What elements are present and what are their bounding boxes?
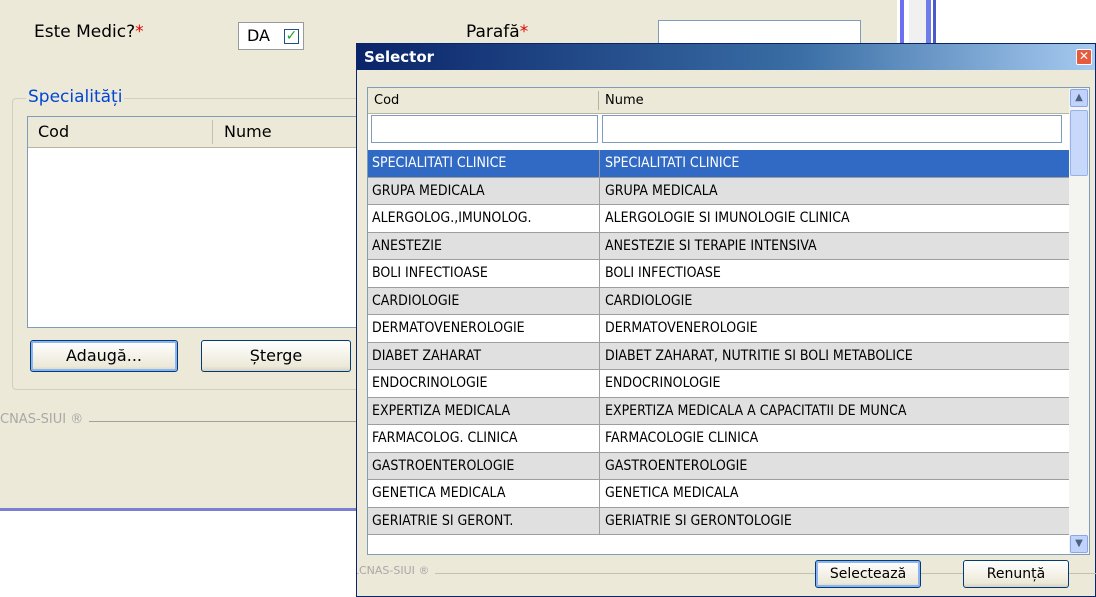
cell-divider [599, 260, 600, 287]
column-separator[interactable] [598, 91, 599, 110]
table-row[interactable]: EXPERTIZA MEDICALA EXPERTIZA MEDICALA A C… [368, 397, 1069, 425]
cell-divider [599, 507, 600, 534]
cell-cod: ALERGOLOG.,IMUNOLOG. [372, 210, 532, 226]
parafa-label: Parafă* [466, 22, 529, 42]
grid-col-nume[interactable]: Nume [605, 93, 644, 108]
cell-cod: GENETICA MEDICALA [372, 485, 506, 501]
footer-brand: CNAS-SIUI ® [0, 412, 90, 427]
add-button[interactable]: Adaugă... [30, 340, 178, 372]
cancel-button[interactable]: Renunță [963, 560, 1069, 588]
cell-nume: EXPERTIZA MEDICALA A CAPACITATII DE MUNC… [605, 402, 907, 419]
cell-nume: GASTROENTEROLOGIE [605, 457, 748, 474]
cell-divider [599, 370, 600, 397]
cell-divider [599, 425, 600, 452]
table-row[interactable]: SPECIALITATI CLINICE SPECIALITATI CLINICE [368, 150, 1069, 178]
cell-divider [599, 177, 600, 204]
cell-cod: BOLI INFECTIOASE [372, 265, 488, 281]
cell-divider [599, 397, 600, 424]
cell-nume: ALERGOLOGIE SI IMUNOLOGIE CLINICA [605, 210, 850, 226]
arrow-down-icon[interactable]: ▼ [1070, 535, 1088, 553]
vertical-scrollbar[interactable]: ▲ ▼ [1069, 88, 1089, 554]
cell-divider [599, 480, 600, 507]
grid-header: Cod Nume [368, 88, 1069, 114]
table-row[interactable]: GENETICA MEDICALA GENETICA MEDICALA [368, 480, 1069, 508]
cell-divider [599, 452, 600, 479]
cell-nume: ANESTEZIE SI TERAPIE INTENSIVA [605, 237, 817, 254]
da-value: DA [247, 26, 270, 45]
este-medic-label: Este Medic?* [34, 22, 144, 42]
cell-nume: FARMACOLOGIE CLINICA [605, 430, 759, 446]
cell-cod: DERMATOVENEROLOGIE [372, 320, 525, 336]
cell-cod: SPECIALITATI CLINICE [372, 155, 507, 171]
specialitati-list-header: Cod Nume [28, 117, 386, 148]
window-edge [900, 0, 904, 45]
selector-grid[interactable]: Cod Nume SPECIALITATI CLINICE SPECIALITAT… [367, 87, 1090, 555]
cell-divider [599, 342, 600, 369]
cell-cod: EXPERTIZA MEDICALA [372, 402, 511, 419]
dialog-title: Selector [364, 48, 435, 66]
cell-nume: DERMATOVENEROLOGIE [605, 320, 758, 336]
selector-dialog: Selector ✕ Cod Nume SPECIALITATI CLINICE… [356, 43, 1096, 597]
arrow-up-icon[interactable]: ▲ [1070, 89, 1088, 107]
grid-col-cod[interactable]: Cod [374, 93, 399, 108]
select-button[interactable]: Selectează [815, 560, 921, 588]
cell-divider [599, 205, 600, 232]
specialitati-legend: Specialități [26, 87, 125, 107]
table-row[interactable]: DIABET ZAHARAT DIABET ZAHARAT, NUTRITIE S… [368, 342, 1069, 370]
cell-divider [599, 150, 600, 177]
checkmark-icon[interactable]: ✓ [284, 29, 299, 44]
spec-col-cod[interactable]: Cod [38, 122, 69, 141]
cell-divider [599, 232, 600, 259]
cell-cod: GASTROENTEROLOGIE [372, 457, 515, 474]
spec-col-nume[interactable]: Nume [224, 122, 272, 141]
table-row[interactable]: GRUPA MEDICALA GRUPA MEDICALA [368, 177, 1069, 205]
cell-nume: DIABET ZAHARAT, NUTRITIE SI BOLI METABOL… [605, 347, 913, 364]
dialog-title-bar[interactable]: Selector ✕ [357, 44, 1095, 70]
cell-cod: ENDOCRINOLOGIE [372, 375, 488, 391]
grid-rows: SPECIALITATI CLINICE SPECIALITATI CLINICE… [368, 150, 1069, 535]
window-edge [933, 0, 936, 45]
dialog-footer-brand: CNAS-SIUI ® [359, 564, 436, 577]
delete-button[interactable]: Șterge [201, 340, 351, 372]
cell-cod: DIABET ZAHARAT [372, 347, 482, 364]
cell-nume: SPECIALITATI CLINICE [605, 155, 740, 171]
column-separator[interactable] [212, 120, 213, 144]
table-row[interactable]: DERMATOVENEROLOGIE DERMATOVENEROLOGIE [368, 315, 1069, 343]
cell-cod: GRUPA MEDICALA [372, 182, 485, 199]
cell-nume: GERIATRIE SI GERONTOLOGIE [605, 512, 792, 529]
cell-nume: CARDIOLOGIE [605, 292, 693, 309]
cell-cod: GERIATRIE SI GERONT. [372, 512, 514, 529]
filter-nume-input[interactable] [602, 115, 1062, 143]
cell-divider [599, 315, 600, 342]
cell-divider [599, 287, 600, 314]
table-row[interactable]: CARDIOLOGIE CARDIOLOGIE [368, 287, 1069, 315]
table-row[interactable]: ENDOCRINOLOGIE ENDOCRINOLOGIE [368, 370, 1069, 398]
specialitati-list[interactable]: Cod Nume [27, 116, 387, 328]
scrollbar-thumb[interactable] [1070, 110, 1088, 176]
table-row[interactable]: FARMACOLOG. CLINICA FARMACOLOGIE CLINICA [368, 425, 1069, 453]
filter-cod-input[interactable] [371, 115, 598, 143]
table-row[interactable]: GASTROENTEROLOGIE GASTROENTEROLOGIE [368, 452, 1069, 480]
table-row[interactable]: ANESTEZIE ANESTEZIE SI TERAPIE INTENSIVA [368, 232, 1069, 260]
table-row[interactable]: ALERGOLOG.,IMUNOLOG. ALERGOLOGIE SI IMUNO… [368, 205, 1069, 233]
close-icon[interactable]: ✕ [1076, 49, 1092, 65]
table-row[interactable]: GERIATRIE SI GERONT. GERIATRIE SI GERONTO… [368, 507, 1069, 535]
window-edge [909, 0, 931, 45]
cell-nume: GENETICA MEDICALA [605, 485, 739, 501]
cell-cod: FARMACOLOG. CLINICA [372, 430, 518, 446]
table-row[interactable]: BOLI INFECTIOASE BOLI INFECTIOASE [368, 260, 1069, 288]
cell-nume: BOLI INFECTIOASE [605, 265, 721, 281]
cell-cod: ANESTEZIE [372, 237, 442, 254]
este-medic-field[interactable]: DA ✓ [238, 22, 304, 50]
cell-cod: CARDIOLOGIE [372, 292, 460, 309]
cell-nume: GRUPA MEDICALA [605, 182, 718, 199]
cell-nume: ENDOCRINOLOGIE [605, 375, 721, 391]
